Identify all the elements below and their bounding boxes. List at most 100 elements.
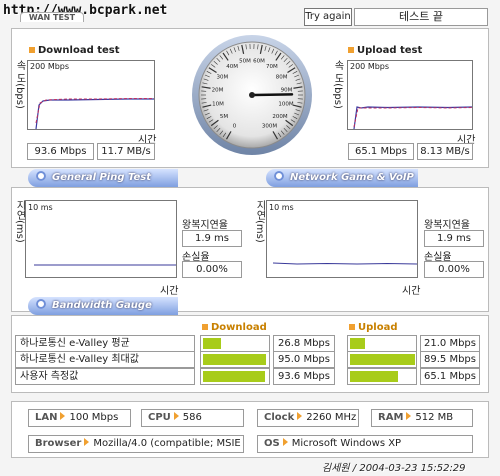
upload-bar-track (347, 335, 417, 352)
gauge-tick-label: 80M (276, 74, 288, 80)
download-axis-label: 속 도(bps) (14, 60, 25, 109)
upload-axis-label: 속 도(bps) (332, 60, 343, 109)
lan-info: LAN 100 Mbps (28, 409, 131, 427)
bandwidth-download-header: Download (202, 322, 267, 333)
download-title: Download test (29, 45, 120, 56)
download-bar-value: 95.0 Mbps (273, 351, 335, 368)
bandwidth-gauge-banner: Bandwidth Gauge (28, 297, 178, 315)
ping-scale: 10 ms (28, 203, 53, 212)
upload-title-text: Upload test (357, 45, 423, 56)
cpu-arrow-icon (173, 412, 179, 420)
game-axis-label: 지연(ms) (254, 200, 265, 243)
download-title-text: Download test (38, 45, 120, 56)
ping-banner-text: General Ping Test (52, 172, 152, 183)
game-scale: 10 ms (269, 203, 294, 212)
cpu-info: CPU 586 (141, 409, 244, 427)
upload-title: Upload test (348, 45, 422, 56)
upload-speed: 65.1 Mbps (348, 143, 414, 160)
download-bar-value: 26.8 Mbps (273, 335, 335, 352)
browser-arrow-icon (84, 438, 90, 446)
bandwidth-banner-text: Bandwidth Gauge (52, 300, 152, 311)
download-bar-track (200, 335, 270, 352)
browser-label: Browser (35, 438, 82, 449)
upload-graph: 200 Mbps (347, 60, 473, 130)
game-graph: 10 ms (266, 200, 418, 278)
download-bullet-icon (29, 47, 35, 53)
game-loss-value: 0.00% (424, 261, 484, 278)
lan-label: LAN (35, 412, 58, 423)
clock-value: 2260 MHz (306, 412, 357, 423)
bandwidth-row-label: 사용자 측정값 (15, 368, 195, 385)
gauge-tick-label: 200M (272, 114, 287, 120)
upload-bar-value: 65.1 Mbps (420, 368, 480, 385)
gauge-tick-label: 5M (220, 114, 228, 120)
game-line-chart (272, 262, 418, 265)
upload-bullet-icon (348, 47, 354, 53)
os-value: Microsoft Windows XP (291, 438, 402, 449)
gauge-needle (250, 93, 294, 97)
ping-rtt-value: 1.9 ms (182, 230, 242, 247)
clock-label: Clock (264, 412, 295, 423)
upload-header-icon (349, 324, 355, 330)
gauge-tick-label: 50M (239, 59, 251, 65)
upload-bar-track (347, 368, 417, 385)
gauge-tick-label: 30M (217, 74, 229, 80)
upload-bar-value: 89.5 Mbps (420, 351, 480, 368)
gauge-tick-label: 40M (226, 64, 238, 70)
ram-info: RAM 512 MB (371, 409, 473, 427)
upload-bar-value: 21.0 Mbps (420, 335, 480, 352)
game-rtt-label: 왕복지연율 (424, 220, 470, 231)
bandwidth-upload-header: Upload (349, 322, 397, 333)
download-scale: 200 Mbps (30, 62, 70, 71)
clock-arrow-icon (297, 412, 303, 420)
status-text: 테스트 끝 (354, 8, 488, 26)
bandwidth-banner-icon (36, 299, 46, 309)
try-again-button[interactable]: Try again (304, 8, 352, 26)
download-header-text: Download (211, 322, 267, 333)
cpu-label: CPU (148, 412, 171, 423)
ping-graph: 10 ms (25, 200, 177, 278)
upload-bar-fill (350, 338, 366, 349)
ping-line-chart (34, 264, 176, 266)
upload-bar-fill (350, 371, 398, 382)
download-bar-track (200, 368, 270, 385)
ram-label: RAM (378, 412, 404, 423)
gauge-tick-label: 300M (262, 123, 277, 129)
gauge-tick-label: 100M (278, 101, 293, 107)
game-time-label: 시간 (402, 286, 421, 297)
clock-info: Clock 2260 MHz (257, 409, 359, 427)
download-bar-fill (203, 354, 266, 365)
tab-wan-test[interactable]: WAN TEST (20, 12, 84, 22)
upload-bar-track (347, 351, 417, 368)
browser-value: Mozilla/4.0 (compatible; MSIE 6.0 (93, 438, 244, 449)
gauge-tick-label: 20M (212, 87, 224, 93)
upload-header-text: Upload (358, 322, 398, 333)
os-info: OS Microsoft Windows XP (257, 435, 473, 453)
download-header-icon (202, 324, 208, 330)
download-bar-value: 93.6 Mbps (273, 368, 335, 385)
game-voip-banner: Network Game & VoIP Test (266, 169, 418, 201)
download-rate: 11.7 MB/s (97, 143, 155, 160)
game-banner-icon (274, 171, 284, 181)
download-graph: 200 Mbps (27, 60, 155, 130)
ping-banner-icon (36, 171, 46, 181)
browser-info: Browser Mozilla/4.0 (compatible; MSIE 6.0 (28, 435, 244, 453)
download-line-chart (35, 98, 154, 130)
general-ping-banner: General Ping Test (28, 169, 178, 187)
footer-signature: 김세원 / 2004-03-23 15:52:29 (322, 463, 466, 474)
lan-arrow-icon (60, 412, 66, 420)
lan-value: 100 Mbps (69, 412, 119, 423)
gauge-tick-label: 0 (233, 123, 237, 129)
os-arrow-icon (282, 438, 288, 446)
upload-scale: 200 Mbps (350, 62, 390, 71)
speed-gauge: 0 5M 10M 20M 30M 40M 50M 60M 70M 80M 90M 100M 200M 30… (190, 33, 314, 157)
gauge-tick-label: 10M (212, 101, 224, 107)
game-rtt-value: 1.9 ms (424, 230, 484, 247)
cpu-value: 586 (182, 412, 202, 423)
ram-value: 512 MB (415, 412, 454, 423)
bandwidth-row-label: 하나로통신 e-Valley 평균 (15, 335, 195, 352)
download-bar-track (200, 351, 270, 368)
download-speed: 93.6 Mbps (27, 143, 94, 160)
ram-arrow-icon (406, 412, 412, 420)
os-label: OS (264, 438, 280, 449)
